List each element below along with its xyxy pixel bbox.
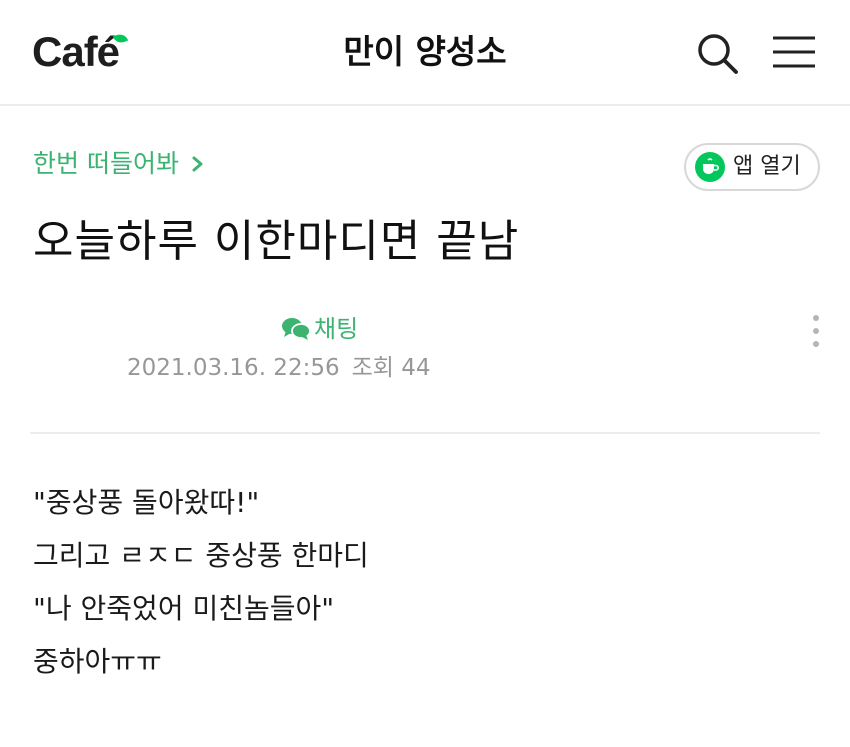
- post-date: 2021.03.16. 22:56: [127, 355, 340, 381]
- more-options-button[interactable]: [806, 312, 826, 352]
- body-line: 그리고 ㄹㅈㄷ 중상풍 한마디: [33, 539, 369, 572]
- more-vertical-icon: [813, 315, 819, 347]
- open-app-button[interactable]: 앱 열기: [684, 143, 820, 191]
- body-line: "나 안죽었어 미친놈들아": [33, 592, 335, 625]
- body-line: 중하아ㅠㅠ: [33, 645, 162, 678]
- menu-button[interactable]: [770, 34, 818, 74]
- hamburger-menu-icon: [773, 36, 815, 68]
- board-name: 한번 떠들어봐: [33, 149, 179, 178]
- open-app-label: 앱 열기: [733, 154, 801, 179]
- article-body: "중상풍 돌아왔따!" 그리고 ㄹㅈㄷ 중상풍 한마디 "나 안죽었어 미친놈들…: [33, 476, 369, 688]
- chevron-right-icon: [192, 156, 203, 172]
- article-page: Café 만이 양성소 한번 떠들어봐 앱 열기 오늘하루 이한마디면 끝남 채…: [0, 0, 850, 747]
- top-header: Café 만이 양성소: [0, 0, 850, 106]
- board-link[interactable]: 한번 떠들어봐: [33, 146, 207, 182]
- search-button[interactable]: [694, 30, 742, 78]
- article-title: 오늘하루 이한마디면 끝남: [33, 216, 520, 267]
- chat-label: 채팅: [314, 315, 359, 343]
- search-icon: [698, 34, 738, 74]
- chat-button[interactable]: 채팅: [281, 313, 358, 345]
- view-count: 조회 44: [351, 355, 431, 381]
- divider: [30, 432, 820, 434]
- body-line: "중상풍 돌아왔따!": [33, 486, 260, 519]
- chat-bubble-icon: [282, 318, 311, 340]
- article-meta: 2021.03.16. 22:56 조회 44: [127, 352, 431, 384]
- cafe-app-icon: [695, 152, 725, 182]
